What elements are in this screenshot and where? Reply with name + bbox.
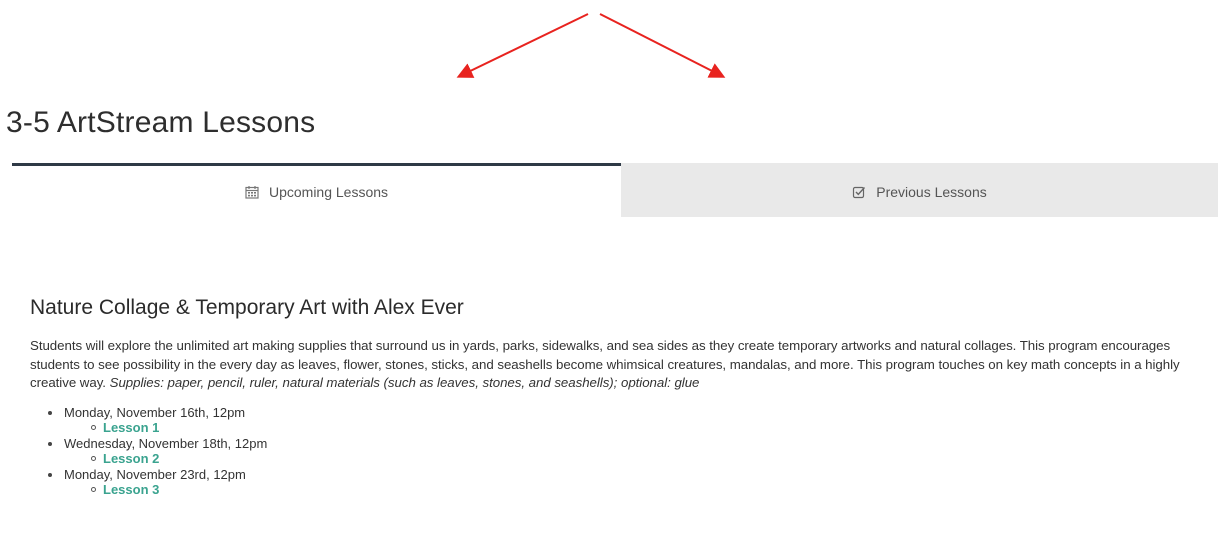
lesson-content: Nature Collage & Temporary Art with Alex… [30, 296, 1200, 498]
lesson-2-link[interactable]: Lesson 2 [103, 451, 159, 466]
tab-upcoming-lessons[interactable]: Upcoming Lessons [12, 163, 621, 217]
session-link-item: Lesson 2 [90, 451, 1200, 467]
session-list: Monday, November 16th, 12pm Lesson 1 Wed… [30, 405, 1200, 498]
calendar-icon [245, 185, 259, 199]
session-date: Monday, November 23rd, 12pm [64, 466, 246, 482]
page-title: 3-5 ArtStream Lessons [6, 106, 316, 139]
lesson-tabs: Upcoming Lessons Previous Lessons [12, 163, 1218, 217]
session-date: Wednesday, November 18th, 12pm [64, 435, 268, 451]
lesson-supplies: Supplies: paper, pencil, ruler, natural … [109, 375, 700, 390]
session-item: Wednesday, November 18th, 12pm Lesson 2 [46, 436, 1200, 467]
tab-upcoming-label: Upcoming Lessons [268, 183, 389, 200]
checkbox-icon [852, 185, 866, 199]
lesson-title: Nature Collage & Temporary Art with Alex… [30, 296, 464, 319]
tab-previous-lessons[interactable]: Previous Lessons [621, 163, 1218, 217]
lesson-description: Students will explore the unlimited art … [30, 337, 1200, 393]
session-item: Monday, November 23rd, 12pm Lesson 3 [46, 467, 1200, 498]
red-arrow-right [599, 13, 726, 78]
session-date: Monday, November 16th, 12pm [64, 404, 246, 420]
session-item: Monday, November 16th, 12pm Lesson 1 [46, 405, 1200, 436]
session-sublist: Lesson 3 [64, 482, 1200, 498]
session-sublist: Lesson 1 [64, 420, 1200, 436]
lesson-3-link[interactable]: Lesson 3 [103, 482, 159, 497]
tab-previous-label: Previous Lessons [876, 183, 987, 200]
session-link-item: Lesson 3 [90, 482, 1200, 498]
annotation-arrows [456, 13, 726, 78]
session-sublist: Lesson 2 [64, 451, 1200, 467]
session-link-item: Lesson 1 [90, 420, 1200, 436]
red-arrow-left [456, 13, 589, 78]
lesson-1-link[interactable]: Lesson 1 [103, 420, 159, 435]
